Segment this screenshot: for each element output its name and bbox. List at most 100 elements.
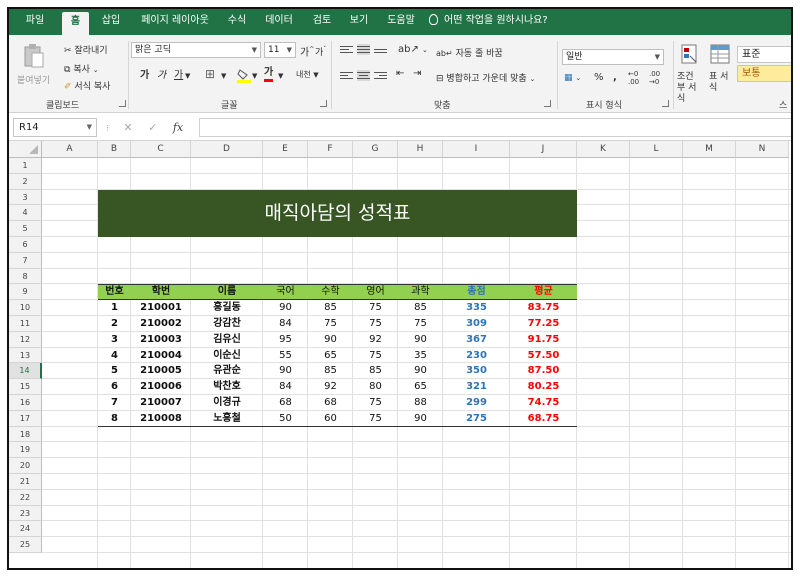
row-header[interactable]: 21: [9, 474, 42, 490]
cell-student-id[interactable]: 210003: [131, 332, 191, 348]
row-header[interactable]: 9: [9, 284, 42, 301]
underline-button[interactable]: 가: [174, 69, 183, 83]
chevron-down-icon[interactable]: ▼: [252, 69, 257, 83]
cell-total[interactable]: 350: [443, 363, 510, 379]
number-format-select[interactable]: 일반 ▼: [562, 49, 664, 65]
row-header[interactable]: 12: [9, 331, 42, 348]
accounting-format-button[interactable]: ▦ ⌄: [564, 71, 581, 85]
cell-average[interactable]: 83.75: [510, 300, 577, 316]
cell-math[interactable]: 65: [308, 348, 353, 364]
borders-icon[interactable]: ⊞: [205, 67, 215, 81]
clipboard-launcher-icon[interactable]: [119, 100, 126, 107]
row-header[interactable]: 23: [9, 505, 42, 522]
column-header[interactable]: A: [42, 141, 98, 158]
cell-korean[interactable]: 68: [263, 395, 308, 411]
header-student-id[interactable]: 학번: [131, 284, 191, 300]
cell-korean[interactable]: 95: [263, 332, 308, 348]
decrease-decimal-icon[interactable]: .00 →0: [649, 70, 660, 86]
header-english[interactable]: 영어: [353, 284, 398, 300]
cell-average[interactable]: 74.75: [510, 395, 577, 411]
font-family-select[interactable]: 맑은 고딕 ▼: [131, 42, 261, 58]
cut-button[interactable]: ✂ 잘라내기: [64, 43, 108, 56]
format-painter-button[interactable]: ✐ 서식 복사: [64, 79, 110, 92]
column-header[interactable]: H: [398, 141, 443, 158]
column-header[interactable]: J: [510, 141, 577, 158]
row-header[interactable]: 1: [9, 158, 42, 174]
row-header[interactable]: 2: [9, 173, 42, 190]
cell-average[interactable]: 68.75: [510, 411, 577, 427]
cell-student-id[interactable]: 210002: [131, 316, 191, 332]
number-launcher-icon[interactable]: [662, 100, 669, 107]
cell-english[interactable]: 75: [353, 395, 398, 411]
row-header[interactable]: 3: [9, 189, 42, 206]
column-header[interactable]: K: [577, 141, 630, 158]
tab-review[interactable]: 검토: [304, 9, 340, 35]
cell-number[interactable]: 5: [98, 363, 131, 379]
cell-number[interactable]: 7: [98, 395, 131, 411]
row-header[interactable]: 16: [9, 395, 42, 411]
cell-science[interactable]: 88: [398, 395, 443, 411]
align-center-icon[interactable]: [357, 70, 370, 81]
cell-korean[interactable]: 90: [263, 363, 308, 379]
cell-english[interactable]: 75: [353, 348, 398, 364]
cell-name[interactable]: 강감찬: [191, 316, 263, 332]
row-header[interactable]: 18: [9, 426, 42, 443]
chevron-down-icon[interactable]: ▼: [278, 69, 283, 83]
tell-me-search[interactable]: 어떤 작업을 원하시나요?: [429, 9, 569, 35]
font-size-select[interactable]: 11 ▼: [264, 42, 296, 58]
row-header[interactable]: 7: [9, 252, 42, 269]
worksheet-grid[interactable]: A B C D E F G H I J K L M N 1 2 3 4 5 6 7 8 9 10 11 12 13 14 15 16 17 1…: [9, 141, 791, 568]
cell-math[interactable]: 68: [308, 395, 353, 411]
header-average[interactable]: 평균: [510, 284, 577, 300]
cell-science[interactable]: 65: [398, 379, 443, 395]
row-header[interactable]: 4: [9, 205, 42, 222]
row-header[interactable]: 6: [9, 237, 42, 253]
merge-center-button[interactable]: ⊟ 병합하고 가운데 맞춤 ⌄: [436, 71, 535, 84]
cell-number[interactable]: 2: [98, 316, 131, 332]
cell-science[interactable]: 75: [398, 316, 443, 332]
row-header[interactable]: 10: [9, 300, 42, 316]
cell-korean[interactable]: 90: [263, 300, 308, 316]
align-bottom-icon[interactable]: [374, 47, 387, 58]
cell-total[interactable]: 299: [443, 395, 510, 411]
cell-number[interactable]: 8: [98, 411, 131, 427]
decrease-indent-icon[interactable]: ⇤: [396, 67, 404, 81]
column-header[interactable]: G: [353, 141, 398, 158]
tab-page-layout[interactable]: 페이지 레이아웃: [133, 9, 217, 35]
header-name[interactable]: 이름: [191, 284, 263, 300]
cell-average[interactable]: 77.25: [510, 316, 577, 332]
cancel-icon[interactable]: ✕: [123, 121, 132, 134]
orientation-button[interactable]: ab↗ ⌄: [398, 43, 428, 57]
header-science[interactable]: 과학: [398, 284, 443, 300]
cell-korean[interactable]: 84: [263, 379, 308, 395]
cell-average[interactable]: 57.50: [510, 348, 577, 364]
cell-average[interactable]: 80.25: [510, 379, 577, 395]
cell-name[interactable]: 박찬호: [191, 379, 263, 395]
copy-button[interactable]: ⧉ 복사 ⌄: [64, 62, 99, 75]
cell-student-id[interactable]: 210001: [131, 300, 191, 316]
cell-math[interactable]: 85: [308, 363, 353, 379]
column-header[interactable]: D: [191, 141, 263, 158]
cell-math[interactable]: 92: [308, 379, 353, 395]
row-header[interactable]: 25: [9, 537, 42, 553]
row-header[interactable]: 24: [9, 521, 42, 538]
tab-view[interactable]: 보기: [341, 9, 377, 35]
enter-icon[interactable]: ✓: [148, 121, 157, 134]
cell-student-id[interactable]: 210004: [131, 348, 191, 364]
wrap-text-button[interactable]: ab↵ 자동 줄 바꿈: [436, 46, 503, 59]
column-header[interactable]: F: [308, 141, 353, 158]
row-header[interactable]: 11: [9, 316, 42, 332]
cell-korean[interactable]: 55: [263, 348, 308, 364]
formula-input[interactable]: [199, 118, 791, 137]
column-header[interactable]: M: [683, 141, 736, 158]
column-header[interactable]: B: [98, 141, 131, 158]
column-header[interactable]: E: [263, 141, 308, 158]
column-header[interactable]: C: [131, 141, 191, 158]
cell-name[interactable]: 유관순: [191, 363, 263, 379]
tab-home[interactable]: 홈: [62, 12, 89, 35]
cell-korean[interactable]: 84: [263, 316, 308, 332]
bold-button[interactable]: 가: [140, 69, 149, 83]
cell-math[interactable]: 85: [308, 300, 353, 316]
chevron-down-icon[interactable]: ▼: [185, 69, 190, 83]
cell-english[interactable]: 80: [353, 379, 398, 395]
